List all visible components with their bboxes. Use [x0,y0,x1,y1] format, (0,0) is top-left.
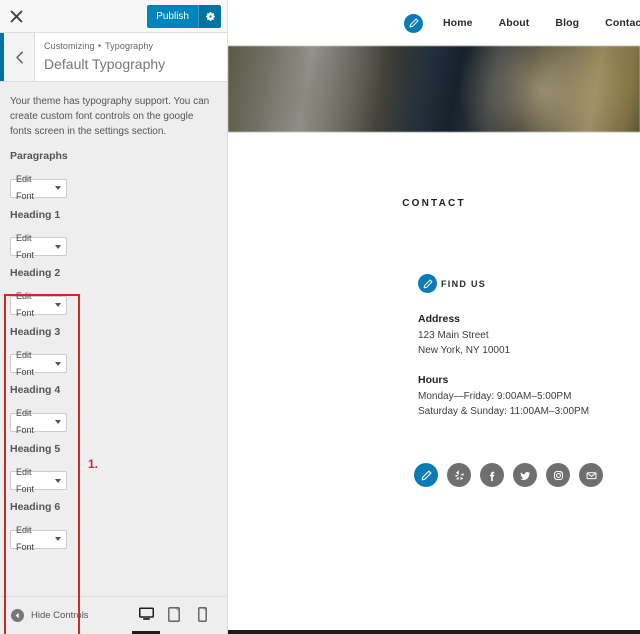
control-label: Paragraphs [10,150,68,162]
page-heading-band: CONTACT [228,132,640,274]
hours-line-2: Saturday & Sunday: 11:00AM–3:00PM [418,406,590,417]
site-navigation: Home About Blog Contact [228,0,640,46]
chevron-down-icon [55,478,61,483]
preview-bottom-strip [228,630,640,634]
edit-font-label: Edit Font [16,174,35,201]
chevron-left-icon[interactable] [4,33,35,81]
edit-font-label: Edit Font [16,232,35,260]
twitter-icon[interactable] [513,463,537,487]
control-label: Heading 2 [10,267,61,279]
chevron-down-icon [55,303,61,307]
find-us-label: FIND US [441,278,487,289]
edit-font-button-heading-5[interactable]: Edit Font [10,467,67,494]
find-us-section: FIND US Address 123 Main Street New York… [228,274,640,419]
nav-link-home[interactable]: Home [443,17,473,29]
control-label: Heading 1 [10,208,61,221]
publish-button[interactable]: Publish [147,5,198,28]
address-line-1: 123 Main Street [418,330,489,341]
pencil-edit-icon[interactable] [418,274,437,293]
edit-font-button-heading-2[interactable]: Edit Font [10,291,67,318]
edit-font-label: Edit Font [16,466,35,494]
collapse-arrow-icon [11,609,24,622]
publish-button-group[interactable]: Publish [147,5,221,28]
panel-description: Your theme has typography support. You c… [0,82,227,149]
control-heading-6: Heading 6 Edit Font [10,500,217,552]
control-paragraphs: Paragraphs Edit Font [10,149,217,201]
find-us-header: FIND US [418,274,640,293]
device-preview-switcher [132,597,227,634]
social-links-row [228,463,640,487]
yelp-icon[interactable] [447,463,471,487]
control-heading-5: Heading 5 Edit Font [10,442,217,494]
customizer-sidebar: Publish Customizing ‣ Typography Default… [0,0,228,634]
hours-line-1: Monday—Friday: 9:00AM–5:00PM [418,391,572,402]
facebook-icon[interactable] [480,463,504,487]
address-line-2: New York, NY 10001 [418,345,511,356]
site-preview: Home About Blog Contact CONTACT FIND US … [228,0,640,634]
control-label: Heading 5 [10,442,61,455]
control-heading-3: Heading 3 Edit Font [10,325,217,377]
customizer-screen: Publish Customizing ‣ Typography Default… [0,0,640,634]
customizer-footer: Hide Controls [0,596,227,634]
edit-font-button-paragraphs[interactable]: Edit Font [10,174,67,201]
edit-font-button-heading-1[interactable]: Edit Font [10,233,67,260]
mobile-icon[interactable] [188,597,216,634]
edit-font-label: Edit Font [16,349,35,377]
edit-font-button-heading-3[interactable]: Edit Font [10,350,67,377]
nav-link-about[interactable]: About [499,17,530,29]
chevron-down-icon [55,186,61,190]
edit-font-label: Edit Font [16,408,35,435]
address-title: Address [418,313,461,325]
customizer-header: Customizing ‣ Typography Default Typogra… [0,33,227,82]
control-heading-1: Heading 1 Edit Font [10,208,217,260]
chevron-down-icon [55,244,61,249]
nav-link-blog[interactable]: Blog [555,17,579,29]
pencil-edit-icon[interactable] [404,13,423,33]
annotation-number: 1. [88,457,99,471]
email-icon[interactable] [579,463,603,487]
hours-block: Hours Monday—Friday: 9:00AM–5:00PM Satur… [418,372,640,419]
nav-link-contact[interactable]: Contact [605,17,640,29]
nav-links: Home About Blog Contact [443,17,640,29]
chevron-down-icon [55,420,61,424]
hero-banner-image [228,46,640,132]
control-heading-2: Heading 2 Edit Font [10,266,217,318]
desktop-icon[interactable] [132,597,160,634]
edit-font-button-heading-4[interactable]: Edit Font [10,408,67,435]
control-label: Heading 6 [10,501,61,513]
instagram-icon[interactable] [546,463,570,487]
customizer-topbar: Publish [0,0,227,33]
address-block: Address 123 Main Street New York, NY 100… [418,311,640,358]
chevron-down-icon [55,361,61,366]
edit-font-label: Edit Font [16,525,35,552]
control-heading-4: Heading 4 Edit Font [10,383,217,435]
pencil-edit-icon[interactable] [414,463,438,487]
tablet-icon[interactable] [160,597,188,634]
panel-titles: Customizing ‣ Typography Default Typogra… [35,33,227,81]
close-icon[interactable] [0,0,32,32]
control-label: Heading 4 [10,384,61,396]
gear-icon[interactable] [198,5,221,28]
hide-controls-button[interactable]: Hide Controls [0,609,89,622]
control-label: Heading 3 [10,325,61,338]
edit-font-button-heading-6[interactable]: Edit Font [10,525,67,552]
page-title: CONTACT [402,197,466,209]
chevron-down-icon [55,537,61,541]
hours-title: Hours [418,374,449,386]
typography-controls: 1. Paragraphs Edit Font Heading 1 Edit F… [0,149,227,634]
breadcrumb: Customizing ‣ Typography [44,41,154,51]
hide-controls-label: Hide Controls [31,610,89,621]
edit-font-label: Edit Font [16,291,35,318]
page-title: Default Typography [44,56,166,72]
